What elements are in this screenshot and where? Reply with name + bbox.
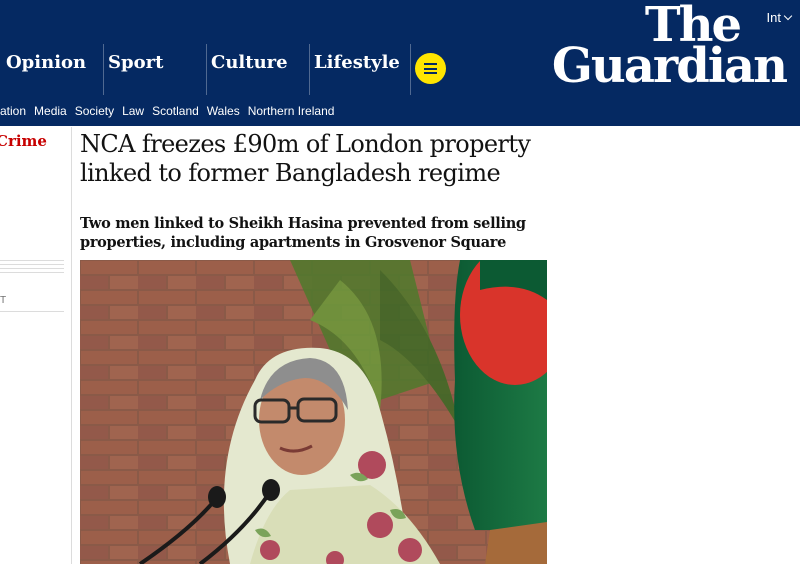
pillar-divider (410, 44, 411, 95)
pillar-sport-label: Sport (108, 52, 164, 73)
hamburger-icon[interactable] (415, 53, 446, 84)
pillar-lifestyle[interactable]: Lifestyle (309, 44, 410, 95)
masthead: Int The Guardian Opinion Sport Culture L… (0, 0, 800, 95)
subnav-item-wales[interactable]: Wales (207, 104, 240, 118)
left-divider (0, 311, 64, 312)
article-standfirst: Two men linked to Sheikh Hasina prevente… (80, 215, 526, 251)
pillar-culture-label: Culture (211, 52, 288, 73)
subnav: cation Media Society Law Scotland Wales … (0, 95, 800, 126)
section-label[interactable]: Crime (0, 132, 47, 150)
hero-image (80, 260, 547, 564)
guardian-logo[interactable]: The Guardian (551, 1, 788, 95)
subnav-item-society[interactable]: Society (75, 104, 114, 118)
logo-line-guardian: Guardian (551, 38, 788, 95)
subnav-item-media[interactable]: Media (34, 104, 67, 118)
pillar-lifestyle-label: Lifestyle (314, 52, 400, 73)
subnav-item-education[interactable]: cation (0, 104, 26, 118)
pillar-culture[interactable]: Culture (206, 44, 309, 95)
left-column: Crime T (0, 127, 72, 564)
article-headline: NCA freezes £90m of London property link… (80, 130, 531, 187)
pillar-opinion[interactable]: Opinion (0, 44, 103, 95)
subnav-item-scotland[interactable]: Scotland (152, 104, 199, 118)
left-rules (0, 260, 64, 276)
subnav-item-law[interactable]: Law (122, 104, 144, 118)
subnav-item-northern-ireland[interactable]: Northern Ireland (248, 104, 335, 118)
left-meta: T (0, 295, 7, 306)
pillar-opinion-label: Opinion (6, 52, 87, 73)
pillar-sport[interactable]: Sport (103, 44, 206, 95)
